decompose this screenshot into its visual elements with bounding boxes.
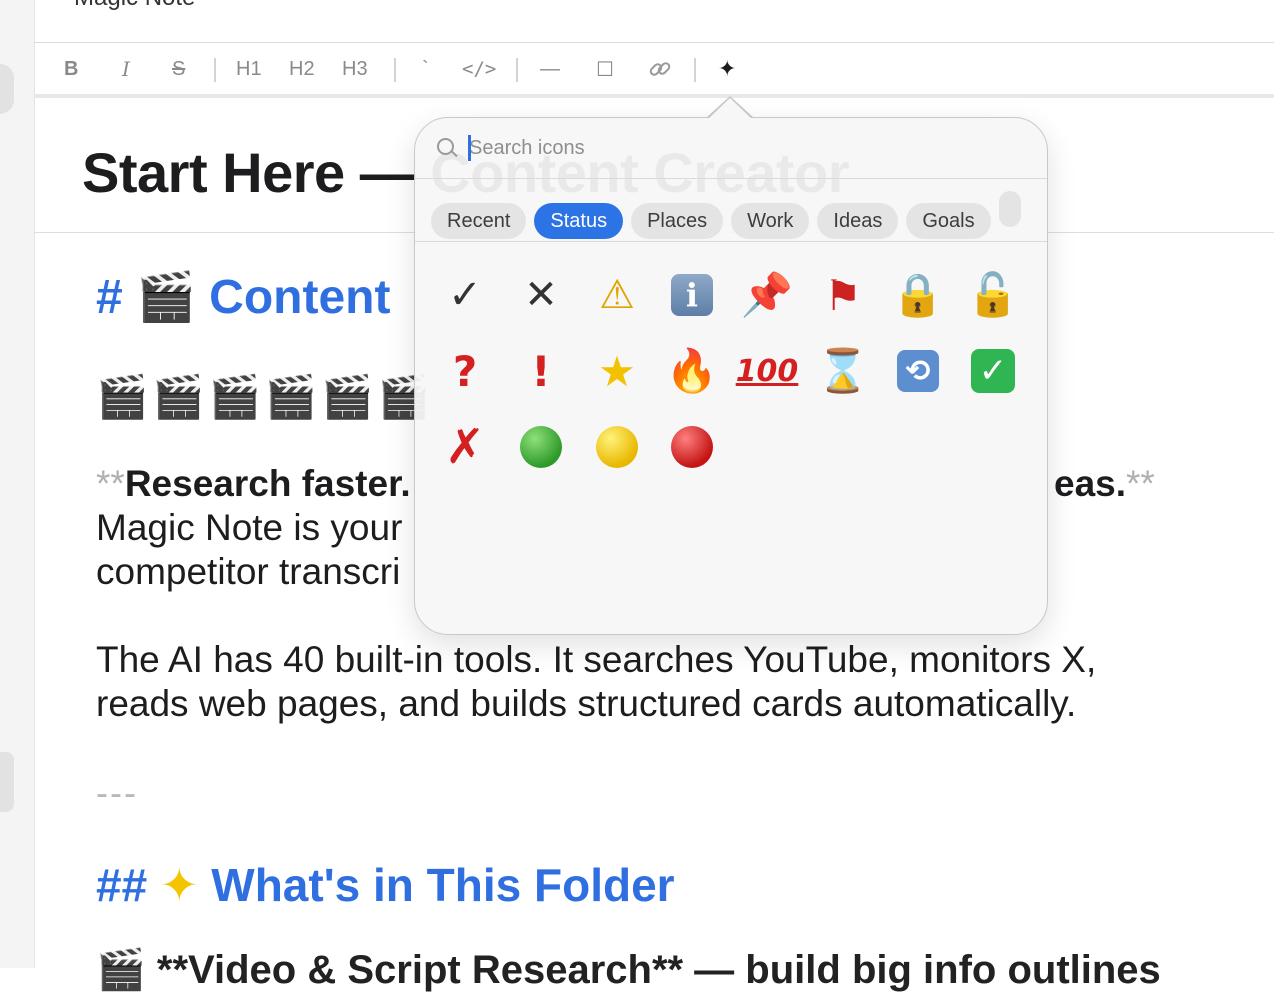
clapper-icon: 🎬: [136, 269, 196, 325]
category-tabs: Recent Status Places Work Ideas Goals: [431, 191, 1029, 239]
heading-text: Content: [209, 271, 391, 324]
heading3-button[interactable]: H3: [342, 57, 368, 81]
bold-marker-open: **: [96, 463, 125, 504]
tab-ideas[interactable]: Ideas: [817, 203, 899, 239]
exclamation-icon[interactable]: !: [505, 340, 577, 402]
clapper-emoji-row[interactable]: 🎬🎬🎬🎬🎬🎬: [96, 372, 434, 422]
text-caret: [468, 135, 471, 161]
list-item-partial[interactable]: 🎬 **Video & Script Research** — build bi…: [96, 946, 1161, 993]
horizontal-rule-button[interactable]: —: [540, 57, 560, 81]
heading-content[interactable]: # 🎬 Content: [96, 268, 390, 325]
paragraph-ai-tools[interactable]: The AI has 40 built-in tools. It searche…: [96, 638, 1096, 682]
question-icon[interactable]: ?: [429, 340, 501, 402]
sidebar-handle-top[interactable]: [0, 64, 14, 114]
tab-places[interactable]: Places: [631, 203, 724, 239]
link-icon: [649, 62, 671, 76]
tabs-divider: [415, 241, 1047, 242]
toolbar-bottom-border: [34, 94, 1274, 98]
hundred-icon[interactable]: 100: [731, 340, 803, 402]
bold-button[interactable]: B: [64, 57, 78, 81]
fire-icon[interactable]: 🔥: [656, 340, 728, 402]
popover-arrow-fill: [708, 98, 752, 119]
green-circle-icon[interactable]: [505, 416, 577, 478]
red-circle-icon[interactable]: [656, 416, 728, 478]
sparkle-icon: ✦: [159, 858, 199, 912]
formatting-toolbar: B I S H1 H2 H3 ` </> — ☐ ✦: [34, 44, 1274, 94]
toolbar-divider: [694, 58, 696, 82]
heading-marker: #: [96, 271, 123, 324]
paragraph-research[interactable]: **Research faster. eas.**: [96, 462, 1155, 506]
paragraph-line[interactable]: Magic Note is your: [96, 506, 402, 550]
star-icon[interactable]: ★: [581, 340, 653, 402]
tab-overflow[interactable]: [998, 191, 1021, 227]
hourglass-icon[interactable]: ⌛: [807, 340, 879, 402]
sidebar-handle-bottom[interactable]: [0, 752, 14, 812]
tab-recent[interactable]: Recent: [431, 203, 527, 239]
bold-text: Research faster.: [124, 463, 411, 504]
inline-code-button[interactable]: `: [422, 57, 429, 81]
tab-status[interactable]: Status: [534, 203, 624, 239]
icon-picker-popover: RecentStatusPlacesWorkIdeasGoals ✓ ✕ ⚠ i…: [414, 117, 1048, 635]
heading-folder[interactable]: ## ✦ What's in This Folder: [96, 858, 675, 912]
icon-search-input[interactable]: [467, 132, 1011, 164]
check-box-icon[interactable]: ✓: [957, 340, 1029, 402]
cross-mark-icon[interactable]: ✗: [429, 416, 501, 478]
toolbar-divider: [214, 58, 216, 82]
yellow-circle-icon[interactable]: [581, 416, 653, 478]
tab-work[interactable]: Work: [731, 203, 810, 239]
icon-search-row: [415, 118, 1047, 176]
left-sidebar-rail: [0, 0, 35, 968]
info-icon[interactable]: i: [656, 264, 728, 326]
checkmark-icon[interactable]: ✓: [429, 264, 501, 326]
search-icon: [437, 138, 454, 155]
horizontal-rule: ---: [96, 772, 138, 813]
paragraph-ai-tools-2[interactable]: reads web pages, and builds structured c…: [96, 682, 1076, 726]
xmark-icon[interactable]: ✕: [505, 264, 577, 326]
strikethrough-button[interactable]: S: [172, 57, 185, 81]
lock-icon[interactable]: 🔒: [882, 264, 954, 326]
tab-goals[interactable]: Goals: [906, 203, 991, 239]
link-button[interactable]: [648, 57, 672, 81]
heading2-button[interactable]: H2: [289, 57, 315, 81]
code-block-button[interactable]: </>: [462, 57, 496, 81]
unlock-icon[interactable]: 🔓: [957, 264, 1029, 326]
heading1-button[interactable]: H1: [236, 57, 262, 81]
heading-text: What's in This Folder: [211, 859, 675, 911]
red-flag-icon[interactable]: ⚑: [807, 264, 879, 326]
toolbar-divider: [394, 58, 396, 82]
warning-icon[interactable]: ⚠: [581, 264, 653, 326]
window-title: Magic Note: [74, 0, 195, 12]
toolbar-divider: [516, 58, 518, 82]
title-divider: [34, 42, 1274, 43]
heading-marker: ##: [96, 859, 148, 911]
repeat-icon[interactable]: ⟲: [882, 340, 954, 402]
search-divider: [415, 178, 1047, 179]
pushpin-icon[interactable]: 📌: [731, 264, 803, 326]
paragraph-line[interactable]: competitor transcri: [96, 550, 400, 594]
checkbox-button[interactable]: ☐: [596, 57, 614, 81]
bold-text-end: eas.**: [1054, 463, 1155, 504]
icon-picker-button[interactable]: ✦: [718, 56, 736, 81]
italic-button[interactable]: I: [122, 57, 130, 81]
